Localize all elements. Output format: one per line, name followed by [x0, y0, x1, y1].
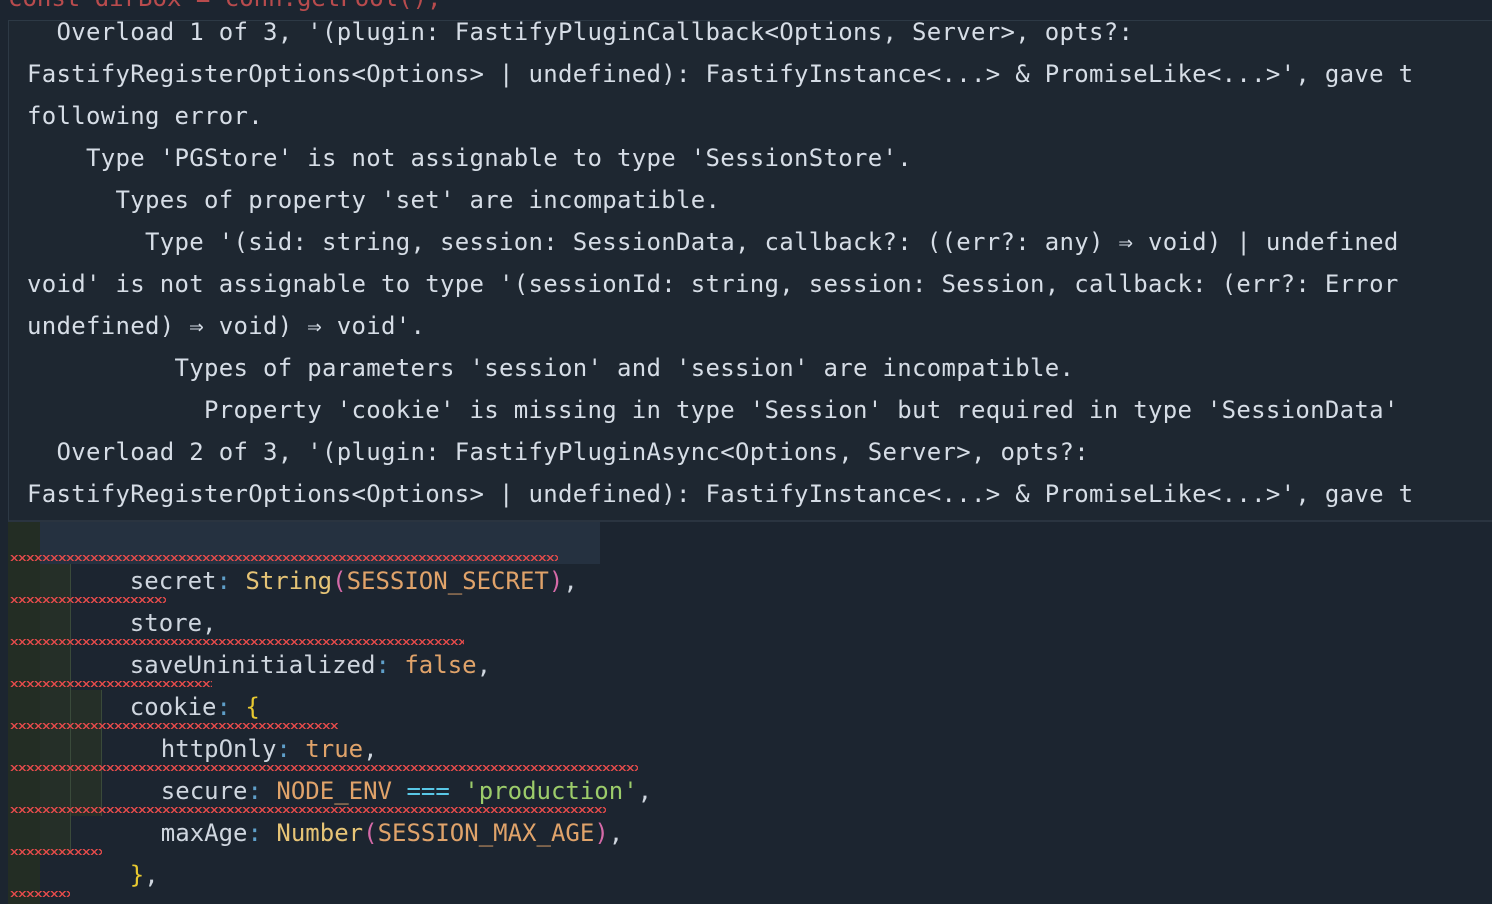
- code-editor[interactable]: const dirBox = conn.getPool(); Overload …: [0, 0, 1492, 904]
- hover-line: Types of property 'set' are incompatible…: [27, 186, 721, 214]
- code-line[interactable]: saveUninitialized: false,: [72, 602, 491, 679]
- hover-line: Overload 1 of 3, '(plugin: FastifyPlugin…: [27, 20, 1134, 46]
- hover-line: void' is not assignable to type '(sessio…: [27, 270, 1399, 298]
- hover-line: Overload 2 of 3, '(plugin: FastifyPlugin…: [27, 438, 1089, 466]
- hover-line: undefined) ⇒ void) ⇒ void'.: [27, 312, 426, 340]
- hover-line: FastifyRegisterOptions<Options> | undefi…: [27, 480, 1414, 508]
- code-line[interactable]: secret: String(SESSION_SECRET),: [72, 518, 578, 595]
- code-line[interactable]: httpOnly: true,: [103, 686, 378, 763]
- error-hover-tooltip: Overload 1 of 3, '(plugin: FastifyPlugin…: [8, 20, 1492, 522]
- hover-line: Property 'cookie' is missing in type 'Se…: [27, 396, 1399, 424]
- code-line[interactable]: maxAge: Number(SESSION_MAX_AGE),: [103, 770, 623, 847]
- error-squiggle: [10, 891, 70, 897]
- code-line[interactable]: cookie: {: [72, 644, 260, 721]
- code-line[interactable]: },: [72, 812, 159, 889]
- hover-line: FastifyRegisterOptions<Options> | undefi…: [27, 60, 1414, 88]
- indent-guide-column: [8, 522, 40, 904]
- code-line[interactable]: secure: NODE_ENV === 'production',: [103, 728, 652, 805]
- hover-line: Type 'PGStore' is not assignable to type…: [27, 144, 912, 172]
- code-line[interactable]: });: [40, 854, 141, 904]
- hover-line: Types of parameters 'session' and 'sessi…: [27, 354, 1075, 382]
- indent-guide: [40, 522, 71, 854]
- hover-line: following error.: [27, 102, 263, 130]
- code-line[interactable]: store,: [72, 560, 217, 637]
- partial-code-line: const dirBox = conn.getPool();: [0, 0, 441, 18]
- hover-line: Type '(sid: string, session: SessionData…: [27, 228, 1399, 256]
